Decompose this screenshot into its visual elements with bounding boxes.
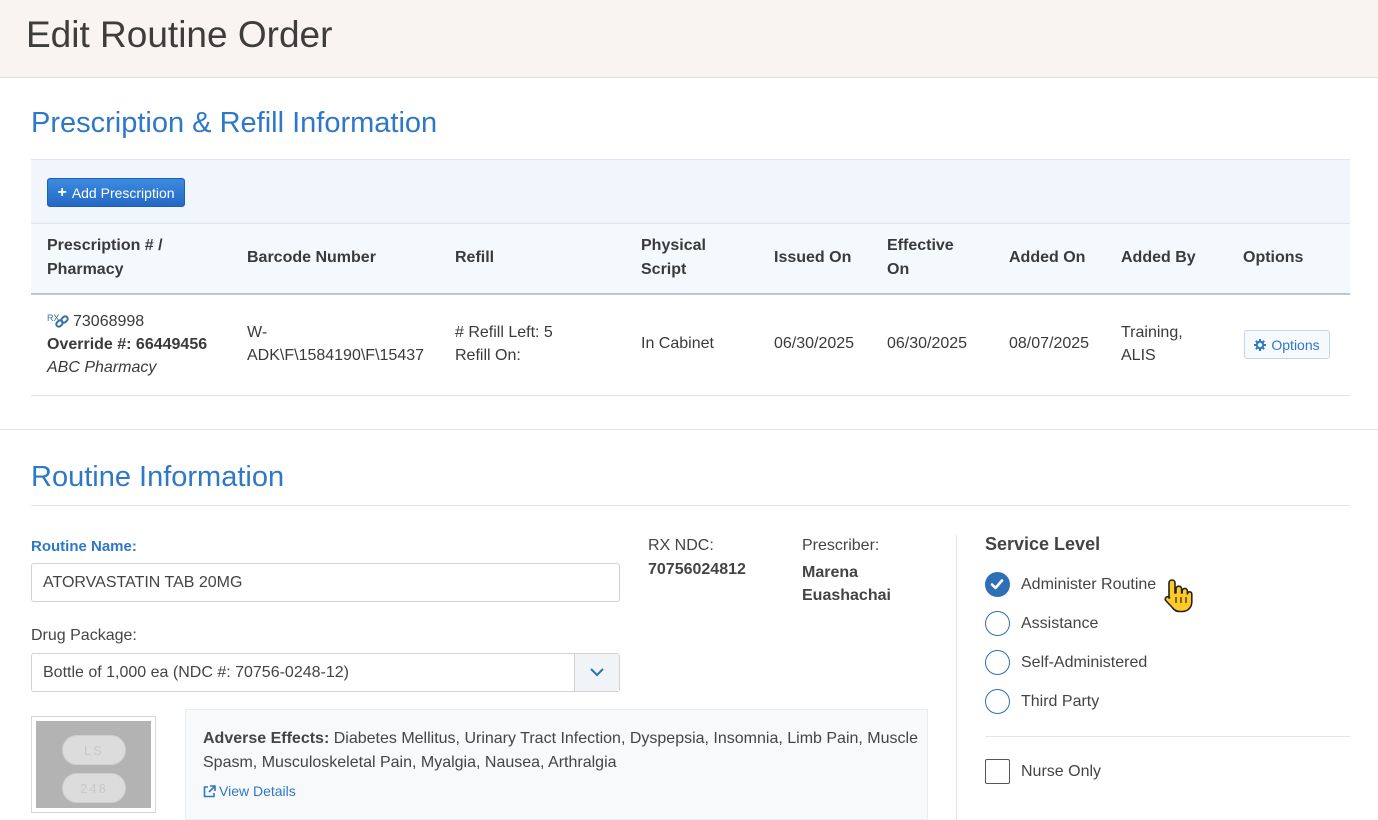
prescriber-text: Euashachai [802,587,891,604]
added-by-text: ALIS [1121,347,1156,364]
header-prescription-pharmacy[interactable]: Prescription # / Pharmacy [47,234,163,282]
header-text: Effective [887,237,954,254]
cell-effective-on: 06/30/2025 [887,335,968,352]
routine-name-label: Routine Name: [31,538,137,555]
service-level-divider [985,736,1350,737]
header-text: On [887,261,910,278]
prescriber-label: Prescriber: [802,537,880,554]
adverse-effects-label: Adverse Effects: [203,730,330,747]
routine-title-divider [31,505,1350,506]
header-effective-on[interactable]: Effective On [887,234,954,282]
cell-physical-script: In Cabinet [641,335,714,352]
dropdown-toggle[interactable] [574,654,619,691]
gear-icon [1254,338,1267,351]
pharmacy-name: ABC Pharmacy [47,359,157,376]
added-by-text: Training, [1121,324,1183,341]
header-text: Physical [641,237,706,254]
nurse-only-label: Nurse Only [1021,762,1102,780]
cell-prescription: RX 73068998 Override #: 66449456 ABC Pha… [47,310,207,379]
radio-icon[interactable] [985,689,1010,714]
radio-label: Self-Administered [1021,653,1148,671]
barcode-text: W- [247,324,268,341]
section-divider [0,429,1378,430]
view-details-link[interactable]: View Details [203,783,296,799]
pill-image: LS 248 [31,716,156,813]
cell-added-on: 08/07/2025 [1009,335,1090,352]
pill-top: LS [62,735,126,765]
header-added-by[interactable]: Added By [1121,246,1196,270]
rx-ndc-label: RX NDC: [648,537,714,554]
pill-bottom: 248 [62,773,126,803]
drug-package-value: Bottle of 1,000 ea (NDC #: 70756-0248-12… [43,663,349,681]
header-physical-script[interactable]: Physical Script [641,234,706,282]
rx-ndc-value: 70756024812 [648,561,746,578]
header-text: Pharmacy [47,261,124,278]
rx-link-icon: RX [47,311,73,333]
rx-number: 73068998 [73,313,145,330]
radio-administer-routine[interactable]: Administer Routine [985,572,1156,597]
prescriber-name: Marena Euashachai [802,561,891,607]
radio-icon[interactable] [985,611,1010,636]
header-text: Script [641,261,687,278]
add-prescription-button[interactable]: + Add Prescription [47,178,185,207]
view-details-label: View Details [219,783,296,799]
external-link-icon [203,784,216,797]
cell-issued-on: 06/30/2025 [774,335,855,352]
override-number: Override #: 66449456 [47,336,208,353]
radio-assistance[interactable]: Assistance [985,611,1098,636]
drug-package-label: Drug Package: [31,627,137,644]
radio-label: Assistance [1021,614,1099,632]
options-label: Options [1271,336,1320,353]
refill-left: # Refill Left: 5 [455,324,553,341]
pill-photo: LS 248 [36,721,151,808]
adverse-effects-panel: Adverse Effects: Diabetes Mellitus, Urin… [185,709,928,820]
adverse-effects-text: Adverse Effects: Diabetes Mellitus, Urin… [203,727,918,775]
radio-icon[interactable] [985,650,1010,675]
routine-section-title: Routine Information [31,461,285,493]
header-options: Options [1243,249,1304,266]
cell-refill: # Refill Left: 5 Refill On: [455,321,553,367]
table-row: RX 73068998 Override #: 66449456 ABC Pha… [31,295,1350,396]
radio-self-administered[interactable]: Self-Administered [985,650,1147,675]
hand-cursor-icon [1164,579,1193,613]
refill-on: Refill On: [455,347,521,364]
table-header: Prescription # / Pharmacy Barcode Number… [31,224,1350,295]
routine-name-input[interactable]: ATORVASTATIN TAB 20MG [31,563,620,602]
plus-icon: + [57,183,67,201]
prescription-section-title: Prescription & Refill Information [31,107,438,139]
nurse-only-checkbox[interactable]: Nurse Only [985,759,1101,784]
cell-barcode: W- ADK\F\1584190\F\15437 [247,321,424,367]
radio-third-party[interactable]: Third Party [985,689,1099,714]
add-prescription-label: Add Prescription [71,184,175,201]
cell-added-by: Training, ALIS [1121,321,1183,367]
routine-name-value: ATORVASTATIN TAB 20MG [43,573,243,591]
chevron-down-icon [590,668,604,677]
service-level-title: Service Level [985,534,1101,554]
barcode-text: ADK\F\1584190\F\15437 [247,347,425,364]
header-text: Prescription # / [47,237,163,254]
page-title: Edit Routine Order [26,14,333,55]
radio-checked-icon[interactable] [985,572,1010,597]
rx-number-line: RX 73068998 [47,310,207,333]
header-added-on[interactable]: Added On [1009,246,1085,270]
prescription-table: + Add Prescription Prescription # / Phar… [31,159,1350,396]
header-barcode[interactable]: Barcode Number [247,246,376,270]
drug-package-select[interactable]: Bottle of 1,000 ea (NDC #: 70756-0248-12… [31,653,620,692]
radio-label: Administer Routine [1021,575,1157,593]
column-divider [956,535,957,820]
radio-label: Third Party [1021,692,1100,710]
header-refill[interactable]: Refill [455,246,494,270]
table-toolbar: + Add Prescription [31,159,1350,224]
page-header: Edit Routine Order [0,0,1378,78]
header-issued-on[interactable]: Issued On [774,246,851,270]
options-button[interactable]: Options [1244,330,1330,359]
prescriber-text: Marena [802,564,859,581]
checkbox-icon[interactable] [985,759,1010,784]
